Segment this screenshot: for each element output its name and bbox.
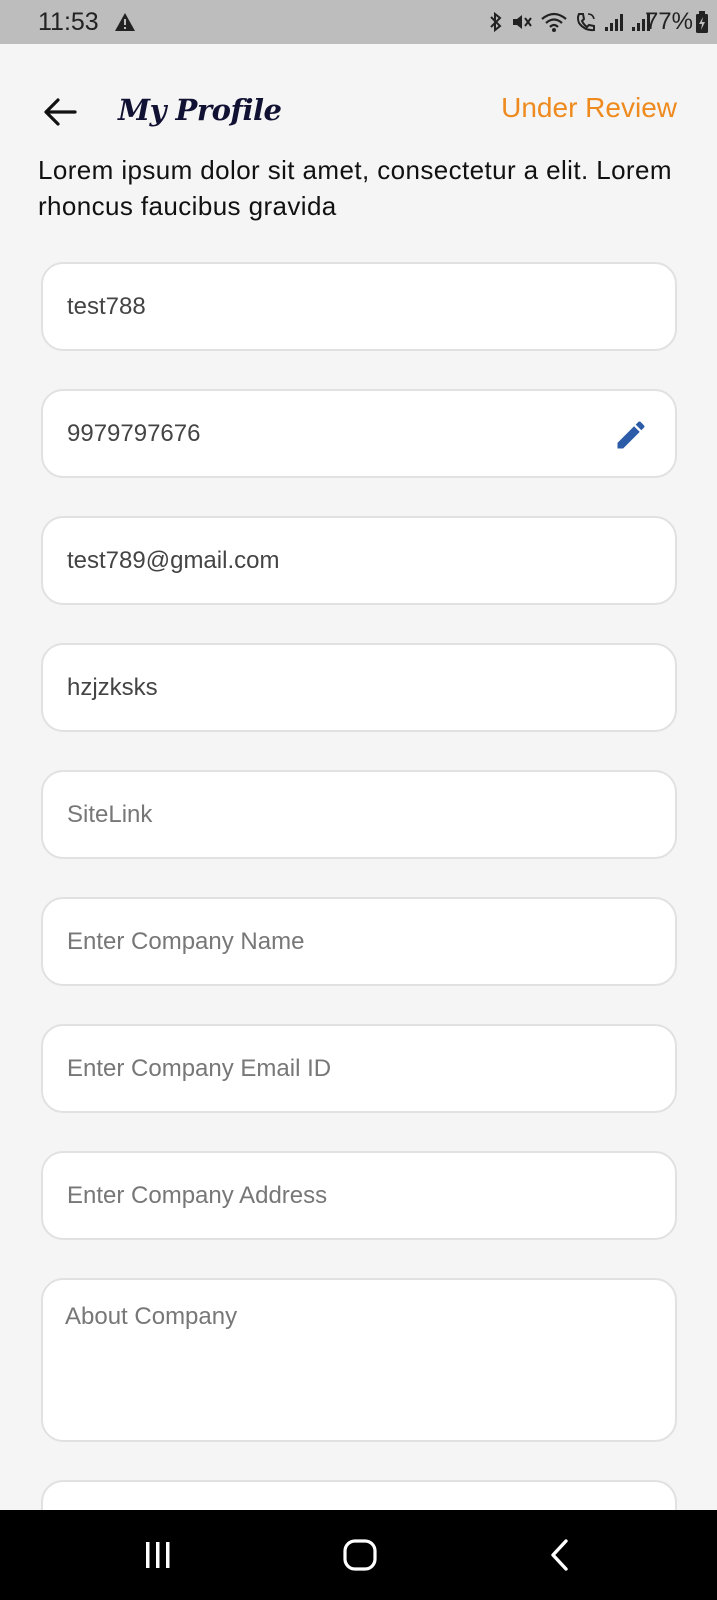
phone-input[interactable] [67,391,627,476]
email-input[interactable] [67,518,627,603]
site-link-input[interactable] [67,772,627,857]
status-bar: 11:53 77% [0,0,717,44]
battery-percent: 77% [644,8,693,35]
recent-apps-button[interactable] [128,1530,188,1580]
recent-apps-icon [146,1542,170,1568]
site-link-field [41,770,677,859]
system-nav-bar [0,1510,717,1600]
home-button[interactable] [330,1530,390,1580]
signal-icon [605,14,623,31]
page-title: My Profile [118,93,282,127]
review-status-label[interactable]: Under Review [501,88,677,128]
location-input[interactable] [67,645,627,730]
company-name-field [41,897,677,986]
username-input[interactable] [67,264,627,349]
wifi-icon [541,12,567,32]
company-email-input[interactable] [67,1026,627,1111]
username-field [41,262,677,351]
bluetooth-icon [490,11,502,33]
profile-screen: 11:53 77% My Profile Under Review Lorem … [0,0,717,1600]
about-company-field [41,1278,677,1442]
home-icon [343,1539,377,1571]
battery-charging-icon [696,11,708,33]
company-email-field [41,1024,677,1113]
nav-back-button[interactable] [530,1530,590,1580]
status-icons [488,10,651,34]
wifi-calling-icon [577,13,595,32]
location-field [41,643,677,732]
warning-icon [115,13,135,31]
back-icon [551,1539,568,1571]
about-company-textarea[interactable] [65,1302,655,1422]
email-field [41,516,677,605]
status-time: 11:53 [38,8,99,36]
company-address-field [41,1151,677,1240]
company-name-input[interactable] [67,899,627,984]
company-address-input[interactable] [67,1153,627,1238]
mute-icon [513,15,532,29]
back-button[interactable] [36,88,84,136]
pencil-icon[interactable] [613,417,649,453]
phone-field [41,389,677,478]
page-description: Lorem ipsum dolor sit amet, consectetur … [38,155,672,221]
arrow-left-icon [44,98,77,126]
